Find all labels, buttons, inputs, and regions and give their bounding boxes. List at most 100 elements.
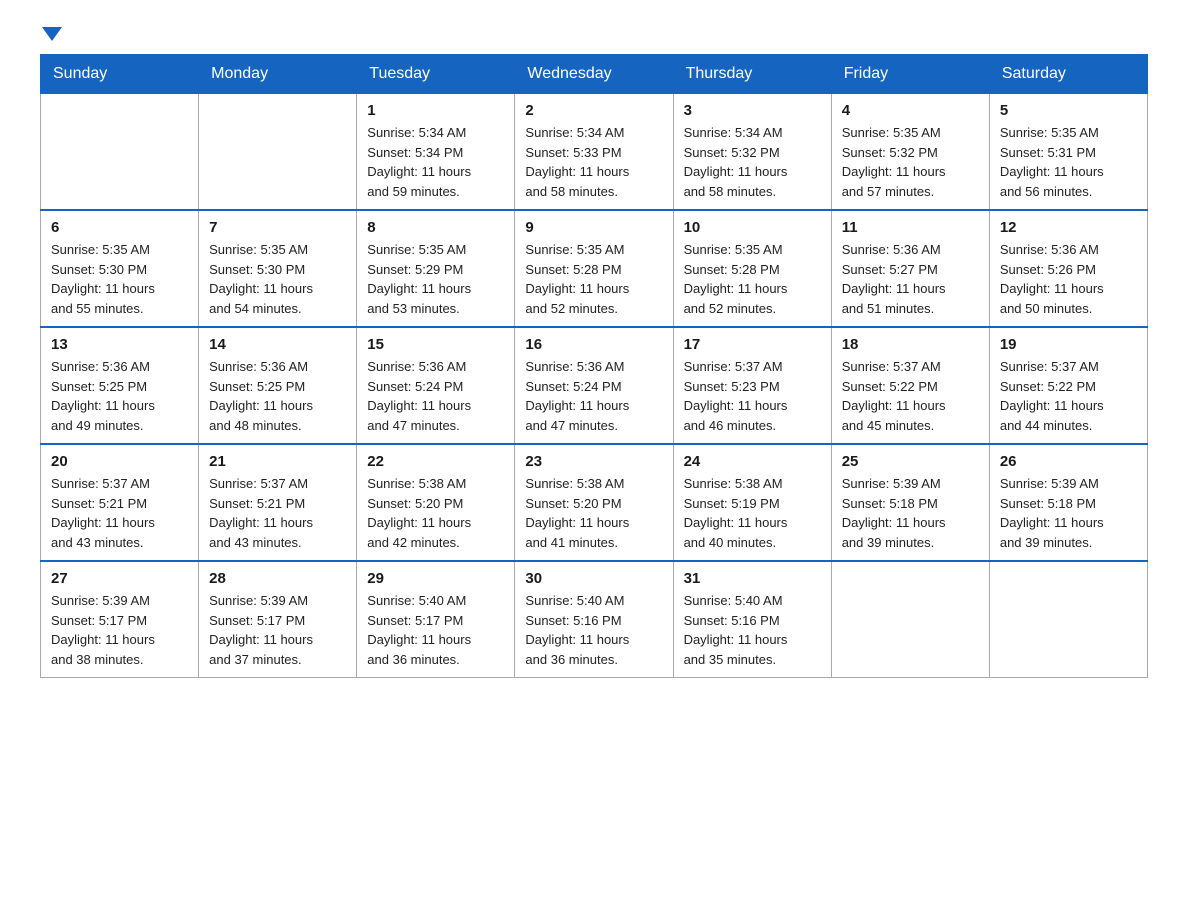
calendar-cell: 24Sunrise: 5:38 AM Sunset: 5:19 PM Dayli…: [673, 444, 831, 561]
day-number: 26: [1000, 453, 1137, 470]
calendar-week-row: 27 Sunrise: 5:39 AM Sunset: 5:17 PM Dayli…: [41, 561, 1148, 678]
day-info: Sunrise: 5:38 AM Sunset: 5:19 PM Dayligh…: [684, 474, 821, 552]
day-number: 11: [842, 219, 979, 236]
logo-triangle-icon: [42, 27, 62, 41]
day-info: Sunrise: 5:36 AM Sunset: 5:25 PM Dayligh…: [209, 357, 346, 435]
calendar-cell: 22 Sunrise: 5:38 AM Sunset: 5:20 PM Dayli…: [357, 444, 515, 561]
day-info: Sunrise: 5:37 AM Sunset: 5:22 PM Dayligh…: [842, 357, 979, 435]
weekday-header-saturday: Saturday: [989, 55, 1147, 94]
calendar-cell: 21 Sunrise: 5:37 AM Sunset: 5:21 PM Dayli…: [199, 444, 357, 561]
day-info: Sunrise: 5:40 AM Sunset: 5:17 PM Dayligh…: [367, 591, 504, 669]
day-number: 5: [1000, 102, 1137, 119]
day-info: Sunrise: 5:40 AM Sunset: 5:16 PM Dayligh…: [684, 591, 821, 669]
day-info: Sunrise: 5:38 AM Sunset: 5:20 PM Dayligh…: [525, 474, 662, 552]
day-number: 30: [525, 570, 662, 587]
day-number: 6: [51, 219, 188, 236]
calendar-cell: 14 Sunrise: 5:36 AM Sunset: 5:25 PM Dayli…: [199, 327, 357, 444]
calendar-cell: 11 Sunrise: 5:36 AM Sunset: 5:27 PM Dayli…: [831, 210, 989, 327]
calendar-cell: [199, 94, 357, 211]
day-number: 4: [842, 102, 979, 119]
calendar-cell: 19 Sunrise: 5:37 AM Sunset: 5:22 PM Dayli…: [989, 327, 1147, 444]
calendar-week-row: 13 Sunrise: 5:36 AM Sunset: 5:25 PM Dayli…: [41, 327, 1148, 444]
day-number: 23: [525, 453, 662, 470]
calendar-cell: 15 Sunrise: 5:36 AM Sunset: 5:24 PM Dayli…: [357, 327, 515, 444]
calendar-cell: 30 Sunrise: 5:40 AM Sunset: 5:16 PM Dayli…: [515, 561, 673, 678]
calendar-cell: 2 Sunrise: 5:34 AM Sunset: 5:33 PM Daylig…: [515, 94, 673, 211]
calendar-cell: [831, 561, 989, 678]
day-number: 13: [51, 336, 188, 353]
weekday-header-monday: Monday: [199, 55, 357, 94]
calendar-cell: 27 Sunrise: 5:39 AM Sunset: 5:17 PM Dayli…: [41, 561, 199, 678]
calendar-cell: 23 Sunrise: 5:38 AM Sunset: 5:20 PM Dayli…: [515, 444, 673, 561]
calendar-cell: 31 Sunrise: 5:40 AM Sunset: 5:16 PM Dayli…: [673, 561, 831, 678]
calendar-cell: 12 Sunrise: 5:36 AM Sunset: 5:26 PM Dayli…: [989, 210, 1147, 327]
day-number: 18: [842, 336, 979, 353]
calendar-cell: 9 Sunrise: 5:35 AM Sunset: 5:28 PM Daylig…: [515, 210, 673, 327]
logo: [40, 30, 62, 44]
calendar-cell: 5Sunrise: 5:35 AM Sunset: 5:31 PM Daylig…: [989, 94, 1147, 211]
day-info: Sunrise: 5:35 AM Sunset: 5:28 PM Dayligh…: [525, 240, 662, 318]
day-info: Sunrise: 5:35 AM Sunset: 5:30 PM Dayligh…: [209, 240, 346, 318]
calendar-week-row: 20Sunrise: 5:37 AM Sunset: 5:21 PM Dayli…: [41, 444, 1148, 561]
calendar-cell: 3Sunrise: 5:34 AM Sunset: 5:32 PM Daylig…: [673, 94, 831, 211]
day-number: 17: [684, 336, 821, 353]
day-info: Sunrise: 5:34 AM Sunset: 5:33 PM Dayligh…: [525, 123, 662, 201]
calendar-week-row: 1 Sunrise: 5:34 AM Sunset: 5:34 PM Daylig…: [41, 94, 1148, 211]
calendar-cell: 8 Sunrise: 5:35 AM Sunset: 5:29 PM Daylig…: [357, 210, 515, 327]
day-number: 27: [51, 570, 188, 587]
day-number: 19: [1000, 336, 1137, 353]
calendar-cell: 25Sunrise: 5:39 AM Sunset: 5:18 PM Dayli…: [831, 444, 989, 561]
day-number: 22: [367, 453, 504, 470]
day-info: Sunrise: 5:36 AM Sunset: 5:24 PM Dayligh…: [367, 357, 504, 435]
day-number: 1: [367, 102, 504, 119]
calendar-cell: 18 Sunrise: 5:37 AM Sunset: 5:22 PM Dayli…: [831, 327, 989, 444]
calendar-cell: 17Sunrise: 5:37 AM Sunset: 5:23 PM Dayli…: [673, 327, 831, 444]
day-info: Sunrise: 5:35 AM Sunset: 5:28 PM Dayligh…: [684, 240, 821, 318]
day-number: 14: [209, 336, 346, 353]
calendar-cell: 7Sunrise: 5:35 AM Sunset: 5:30 PM Daylig…: [199, 210, 357, 327]
page-header: [40, 30, 1148, 44]
day-info: Sunrise: 5:36 AM Sunset: 5:26 PM Dayligh…: [1000, 240, 1137, 318]
weekday-header-sunday: Sunday: [41, 55, 199, 94]
calendar-cell: [989, 561, 1147, 678]
weekday-header-wednesday: Wednesday: [515, 55, 673, 94]
day-number: 21: [209, 453, 346, 470]
day-number: 29: [367, 570, 504, 587]
day-number: 2: [525, 102, 662, 119]
day-number: 8: [367, 219, 504, 236]
day-info: Sunrise: 5:35 AM Sunset: 5:32 PM Dayligh…: [842, 123, 979, 201]
day-info: Sunrise: 5:37 AM Sunset: 5:21 PM Dayligh…: [51, 474, 188, 552]
day-number: 3: [684, 102, 821, 119]
weekday-header-thursday: Thursday: [673, 55, 831, 94]
day-info: Sunrise: 5:36 AM Sunset: 5:24 PM Dayligh…: [525, 357, 662, 435]
day-number: 10: [684, 219, 821, 236]
weekday-header-row: SundayMondayTuesdayWednesdayThursdayFrid…: [41, 55, 1148, 94]
calendar-cell: 20Sunrise: 5:37 AM Sunset: 5:21 PM Dayli…: [41, 444, 199, 561]
day-info: Sunrise: 5:38 AM Sunset: 5:20 PM Dayligh…: [367, 474, 504, 552]
day-number: 16: [525, 336, 662, 353]
calendar-cell: 29 Sunrise: 5:40 AM Sunset: 5:17 PM Dayli…: [357, 561, 515, 678]
calendar-cell: 10 Sunrise: 5:35 AM Sunset: 5:28 PM Dayli…: [673, 210, 831, 327]
day-number: 9: [525, 219, 662, 236]
day-info: Sunrise: 5:35 AM Sunset: 5:30 PM Dayligh…: [51, 240, 188, 318]
day-number: 31: [684, 570, 821, 587]
calendar-cell: 13Sunrise: 5:36 AM Sunset: 5:25 PM Dayli…: [41, 327, 199, 444]
calendar-cell: 1 Sunrise: 5:34 AM Sunset: 5:34 PM Daylig…: [357, 94, 515, 211]
day-info: Sunrise: 5:40 AM Sunset: 5:16 PM Dayligh…: [525, 591, 662, 669]
weekday-header-friday: Friday: [831, 55, 989, 94]
day-number: 12: [1000, 219, 1137, 236]
day-info: Sunrise: 5:37 AM Sunset: 5:22 PM Dayligh…: [1000, 357, 1137, 435]
day-info: Sunrise: 5:39 AM Sunset: 5:17 PM Dayligh…: [209, 591, 346, 669]
day-info: Sunrise: 5:37 AM Sunset: 5:21 PM Dayligh…: [209, 474, 346, 552]
day-info: Sunrise: 5:39 AM Sunset: 5:18 PM Dayligh…: [842, 474, 979, 552]
day-info: Sunrise: 5:35 AM Sunset: 5:29 PM Dayligh…: [367, 240, 504, 318]
calendar-cell: 28 Sunrise: 5:39 AM Sunset: 5:17 PM Dayli…: [199, 561, 357, 678]
day-info: Sunrise: 5:39 AM Sunset: 5:17 PM Dayligh…: [51, 591, 188, 669]
day-number: 28: [209, 570, 346, 587]
day-number: 15: [367, 336, 504, 353]
day-info: Sunrise: 5:34 AM Sunset: 5:34 PM Dayligh…: [367, 123, 504, 201]
calendar-cell: 16 Sunrise: 5:36 AM Sunset: 5:24 PM Dayli…: [515, 327, 673, 444]
calendar-week-row: 6 Sunrise: 5:35 AM Sunset: 5:30 PM Daylig…: [41, 210, 1148, 327]
calendar-cell: 6 Sunrise: 5:35 AM Sunset: 5:30 PM Daylig…: [41, 210, 199, 327]
day-info: Sunrise: 5:36 AM Sunset: 5:27 PM Dayligh…: [842, 240, 979, 318]
